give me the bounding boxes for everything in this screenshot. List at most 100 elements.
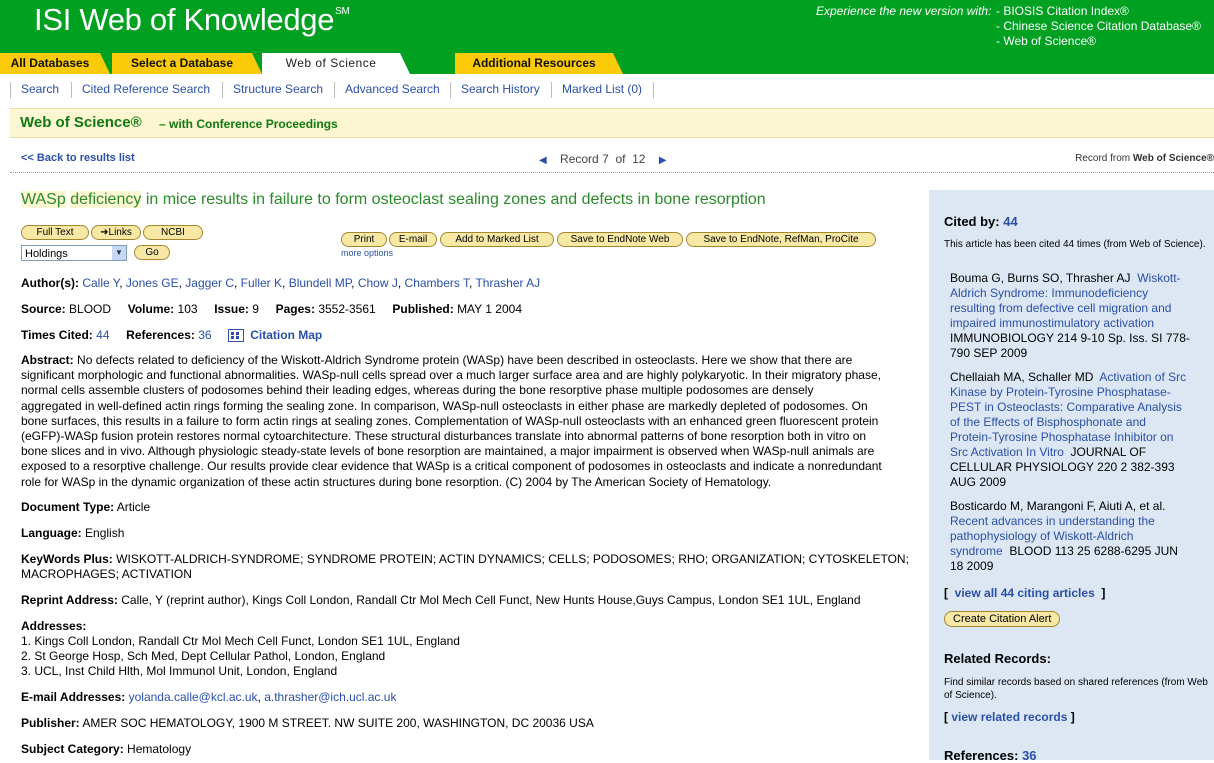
cited-by-count-link[interactable]: 44 xyxy=(1003,214,1017,229)
record-navigation: << Back to results list ◀ Record 7 of 12… xyxy=(10,146,1214,173)
pages-value: 3552-3561 xyxy=(318,302,376,316)
more-options-link[interactable]: more options xyxy=(341,248,393,258)
site-logo[interactable]: ISI Web of KnowledgeSM xyxy=(34,2,350,38)
authors-label: Author(s): xyxy=(21,276,79,290)
database-title: Web of Science® xyxy=(20,114,142,131)
chevron-down-icon: ▼ xyxy=(112,246,126,260)
links-button[interactable]: ➜Links xyxy=(91,225,141,240)
language-row: Language: English xyxy=(21,526,125,540)
nav-search-history[interactable]: Search History xyxy=(461,74,540,104)
email-button[interactable]: E-mail xyxy=(389,232,437,247)
times-cited-row: Times Cited: 44 References: 36 Citation … xyxy=(21,328,323,343)
volume-value: 103 xyxy=(177,302,198,316)
new-version-label: Experience the new version with: xyxy=(816,4,992,18)
go-button[interactable]: Go xyxy=(134,245,170,260)
title-highlight-deficiency: deficiency xyxy=(70,191,142,208)
abstract-label: Abstract: xyxy=(21,353,74,367)
reprint-address-row: Reprint Address: Calle, Y (reprint autho… xyxy=(21,593,861,607)
author-link[interactable]: Calle Y xyxy=(82,276,119,290)
email-link[interactable]: a.thrasher@ich.ucl.ac.uk xyxy=(264,690,396,704)
nav-structure-search[interactable]: Structure Search xyxy=(233,74,323,104)
cited-by-note: This article has been cited 44 times (fr… xyxy=(944,239,1206,250)
references-heading: References: 36 xyxy=(944,748,1037,763)
view-all-citing-row: [ view all 44 citing articles ] xyxy=(944,586,1106,600)
citation-map-icon xyxy=(228,329,245,343)
citation-map-link[interactable]: Citation Map xyxy=(228,328,322,343)
nav-cited-reference-search[interactable]: Cited Reference Search xyxy=(82,74,210,104)
print-button[interactable]: Print xyxy=(341,232,387,247)
subject-category-row: Subject Category: Hematology xyxy=(21,742,192,756)
nav-separator xyxy=(222,82,223,98)
nav-advanced-search[interactable]: Advanced Search xyxy=(345,74,440,104)
tab-select-database[interactable]: Select a Database xyxy=(112,53,262,74)
times-cited-link[interactable]: 44 xyxy=(96,328,109,342)
nav-marked-list[interactable]: Marked List (0) xyxy=(562,74,642,104)
create-citation-alert-button[interactable]: Create Citation Alert xyxy=(944,611,1061,627)
author-link[interactable]: Chambers T xyxy=(405,276,469,290)
database-tabs: All Databases Select a Database Web of S… xyxy=(0,53,1214,74)
published-value: MAY 1 2004 xyxy=(457,302,522,316)
record-pager: ◀ Record 7 of 12 ▶ xyxy=(539,152,667,166)
add-to-marked-list-button[interactable]: Add to Marked List xyxy=(440,232,554,247)
author-link[interactable]: Blundell MP xyxy=(289,276,351,290)
author-link[interactable]: Fuller K xyxy=(241,276,282,290)
abstract: Abstract: No defects related to deficien… xyxy=(21,353,882,489)
nav-separator xyxy=(450,82,451,98)
nav-separator xyxy=(10,82,11,98)
record-source: Record from Web of Science® xyxy=(1075,153,1214,164)
author-link[interactable]: Jagger C xyxy=(185,276,234,290)
tab-all-databases[interactable]: All Databases xyxy=(0,53,110,74)
back-to-results-link[interactable]: << Back to results list xyxy=(21,152,135,164)
nav-search[interactable]: Search xyxy=(21,74,59,104)
address-item: 1. Kings Coll London, Randall Ctr Mol Me… xyxy=(21,634,460,648)
issue-value: 9 xyxy=(252,302,259,316)
record-label: Record xyxy=(560,152,599,166)
database-title-bar: Web of Science® – with Conference Procee… xyxy=(10,108,1214,138)
nav-separator xyxy=(71,82,72,98)
references-link[interactable]: 36 xyxy=(198,328,211,342)
save-to-endnote-refman-button[interactable]: Save to EndNote, RefMan, ProCite xyxy=(686,232,876,247)
tab-additional-resources[interactable]: Additional Resources xyxy=(455,53,623,74)
links-arrow-icon: ➜ xyxy=(100,227,109,238)
email-link[interactable]: yolanda.calle@kcl.ac.uk xyxy=(129,690,258,704)
document-type-row: Document Type: Article xyxy=(21,500,151,514)
next-record-icon[interactable]: ▶ xyxy=(659,155,667,166)
article-title: WASp deficiency in mice results in failu… xyxy=(21,191,901,209)
tab-web-of-science[interactable]: Web of Science xyxy=(262,53,410,74)
citing-article: Chellaiah MA, Schaller MD Activation of … xyxy=(950,370,1187,489)
save-to-endnote-web-button[interactable]: Save to EndNote Web xyxy=(557,232,683,247)
new-version-link-chinese[interactable]: - Chinese Science Citation Database® xyxy=(996,19,1201,34)
author-link[interactable]: Jones GE xyxy=(126,276,179,290)
new-version-link-wos[interactable]: - Web of Science® xyxy=(996,34,1201,49)
address-item: 2. St George Hosp, Sch Med, Dept Cellula… xyxy=(21,649,386,663)
nav-separator xyxy=(551,82,552,98)
top-banner: ISI Web of KnowledgeSM Experience the ne… xyxy=(0,0,1214,53)
prev-record-icon[interactable]: ◀ xyxy=(539,155,547,166)
title-rest: in mice results in failure to form osteo… xyxy=(145,191,766,208)
record-source-db: Web of Science® xyxy=(1132,153,1214,164)
address-item: 3. UCL, Inst Child Hlth, Mol Immunol Uni… xyxy=(21,664,338,678)
related-records-note: Find similar records based on shared ref… xyxy=(944,677,1208,701)
authors-row: Author(s): Calle Y, Jones GE, Jagger C, … xyxy=(21,276,541,290)
citing-article: Bouma G, Burns SO, Thrasher AJ Wiskott-A… xyxy=(950,271,1190,360)
view-related-row: [ view related records ] xyxy=(944,710,1075,724)
addresses: Addresses: 1. Kings Coll London, Randall… xyxy=(21,619,460,678)
holdings-select[interactable]: Holdings ▼ xyxy=(21,245,127,261)
title-highlight-wasp: WASp xyxy=(21,191,66,208)
related-records-heading: Related Records: xyxy=(944,651,1051,666)
new-version-link-biosis[interactable]: - BIOSIS Citation Index® xyxy=(996,4,1201,19)
ncbi-button[interactable]: NCBI xyxy=(143,225,203,240)
email-addresses-row: E-mail Addresses: yolanda.calle@kcl.ac.u… xyxy=(21,690,397,704)
author-link[interactable]: Chow J xyxy=(358,276,398,290)
keywords-row: KeyWords Plus: WISKOTT-ALDRICH-SYNDROME;… xyxy=(21,552,909,581)
author-link[interactable]: Thrasher AJ xyxy=(475,276,540,290)
view-all-citing-link[interactable]: view all 44 citing articles xyxy=(955,586,1095,600)
source-row: Source: BLOOD Volume: 103 Issue: 9 Pages… xyxy=(21,302,522,316)
nav-separator xyxy=(334,82,335,98)
references-count-link[interactable]: 36 xyxy=(1022,748,1036,763)
source-value: BLOOD xyxy=(69,302,112,316)
full-text-button[interactable]: Full Text xyxy=(21,225,89,240)
search-subnav: Search Cited Reference Search Structure … xyxy=(0,74,1214,104)
cited-by-heading: Cited by: 44 xyxy=(944,214,1018,229)
view-related-records-link[interactable]: view related records xyxy=(951,710,1067,724)
